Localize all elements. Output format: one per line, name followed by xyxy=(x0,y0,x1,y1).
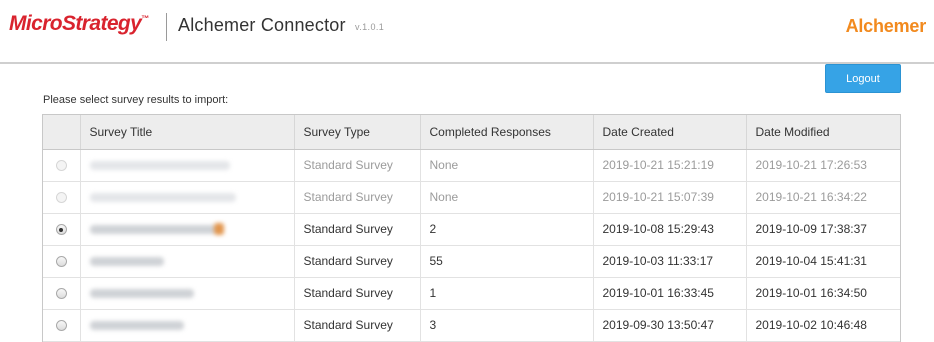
app-title: Alchemer Connector xyxy=(178,15,346,35)
select-prompt: Please select survey results to import: xyxy=(43,94,229,106)
survey-type-cell: Standard Survey xyxy=(294,245,421,278)
date-created-cell: 2019-10-21 15:07:39 xyxy=(593,181,747,214)
table-row: Standard Survey 1 2019-10-01 16:33:45 20… xyxy=(43,277,900,310)
completed-responses-cell: None xyxy=(420,149,594,182)
redacted-title xyxy=(89,321,184,331)
alchemer-logo: Alchemer xyxy=(845,16,927,36)
brand-name: MicroStrategy xyxy=(9,12,142,35)
column-header-survey-title[interactable]: Survey Title xyxy=(80,115,295,150)
completed-responses-cell: 1 xyxy=(420,277,594,310)
table-row: Standard Survey 2 2019-10-08 15:29:43 20… xyxy=(43,213,900,246)
date-modified-cell: 2019-10-04 15:41:31 xyxy=(746,245,900,278)
survey-radio-selected[interactable] xyxy=(55,224,67,236)
survey-radio[interactable] xyxy=(55,256,67,268)
select-cell[interactable] xyxy=(43,149,81,182)
completed-responses-cell: None xyxy=(420,181,594,214)
select-cell[interactable] xyxy=(43,213,81,246)
table-row: Standard Survey 55 2019-10-03 11:33:17 2… xyxy=(43,245,900,278)
logout-button[interactable]: Logout xyxy=(825,64,901,93)
column-header-date-modified[interactable]: Date Modified xyxy=(746,115,900,150)
survey-table: Survey Title Survey Type Completed Respo… xyxy=(43,115,900,342)
redacted-title xyxy=(89,161,230,171)
redacted-image-fragment xyxy=(213,223,224,236)
table-header-row: Survey Title Survey Type Completed Respo… xyxy=(43,115,900,150)
survey-radio[interactable] xyxy=(55,160,67,172)
select-cell[interactable] xyxy=(43,309,81,342)
redacted-title xyxy=(89,193,236,203)
redacted-title xyxy=(89,289,194,299)
column-header-completed-responses[interactable]: Completed Responses xyxy=(420,115,594,150)
date-modified-cell: 2019-10-01 16:34:50 xyxy=(746,277,900,310)
survey-type-cell: Standard Survey xyxy=(294,277,421,310)
date-created-cell: 2019-10-01 16:33:45 xyxy=(593,277,747,310)
date-created-cell: 2019-10-21 15:21:19 xyxy=(593,149,747,182)
completed-responses-cell: 2 xyxy=(420,213,594,246)
trademark-mark: ™ xyxy=(141,14,149,23)
survey-title-cell xyxy=(80,181,295,214)
redacted-title xyxy=(89,223,224,236)
column-header-survey-type[interactable]: Survey Type xyxy=(294,115,421,150)
survey-title-cell xyxy=(80,309,295,342)
select-cell[interactable] xyxy=(43,277,81,310)
table-row: Standard Survey None 2019-10-21 15:07:39… xyxy=(43,181,900,214)
date-modified-cell: 2019-10-21 17:26:53 xyxy=(746,149,900,182)
column-header-date-created[interactable]: Date Created xyxy=(593,115,747,150)
date-modified-cell: 2019-10-02 10:46:48 xyxy=(746,309,900,342)
date-created-cell: 2019-10-03 11:33:17 xyxy=(593,245,747,278)
survey-title-cell xyxy=(80,213,295,246)
redacted-title xyxy=(89,257,164,267)
survey-title-cell xyxy=(80,277,295,310)
table-row: Standard Survey None 2019-10-21 15:21:19… xyxy=(43,149,900,182)
survey-radio[interactable] xyxy=(55,192,67,204)
date-created-cell: 2019-09-30 13:50:47 xyxy=(593,309,747,342)
date-modified-cell: 2019-10-21 16:34:22 xyxy=(746,181,900,214)
survey-radio[interactable] xyxy=(55,320,67,332)
select-cell[interactable] xyxy=(43,181,81,214)
survey-title-cell xyxy=(80,149,295,182)
select-cell[interactable] xyxy=(43,245,81,278)
table-row: Standard Survey 3 2019-09-30 13:50:47 20… xyxy=(43,309,900,342)
survey-type-cell: Standard Survey xyxy=(294,213,421,246)
survey-type-cell: Standard Survey xyxy=(294,149,421,182)
date-modified-cell: 2019-10-09 17:38:37 xyxy=(746,213,900,246)
app-header: MicroStrategy™ Alchemer Connector v.1.0.… xyxy=(0,0,934,64)
completed-responses-cell: 55 xyxy=(420,245,594,278)
survey-type-cell: Standard Survey xyxy=(294,309,421,342)
microstrategy-logo: MicroStrategy™ xyxy=(9,12,149,36)
column-header-select xyxy=(43,115,81,150)
app-version: v.1.0.1 xyxy=(355,22,385,32)
survey-table-container[interactable]: Survey Title Survey Type Completed Respo… xyxy=(42,114,901,342)
survey-type-cell: Standard Survey xyxy=(294,181,421,214)
completed-responses-cell: 3 xyxy=(420,309,594,342)
survey-radio[interactable] xyxy=(55,288,67,300)
date-created-cell: 2019-10-08 15:29:43 xyxy=(593,213,747,246)
survey-title-cell xyxy=(80,245,295,278)
header-divider xyxy=(166,13,167,41)
